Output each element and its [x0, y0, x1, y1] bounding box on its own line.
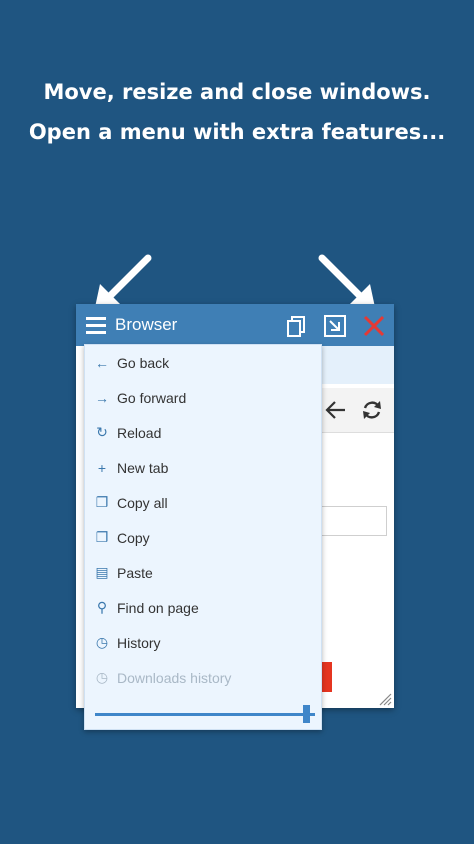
clipboard-icon: ▤: [95, 564, 109, 580]
downloads-history-icon: ◷: [95, 669, 109, 685]
menu-item-history[interactable]: ◷ History: [85, 625, 321, 660]
menu-item-label: Reload: [117, 424, 162, 441]
window-titlebar[interactable]: Browser: [76, 304, 394, 346]
minimize-window-icon[interactable]: [322, 313, 348, 339]
menu-item-copy-all[interactable]: ❐ Copy all: [85, 485, 321, 520]
history-icon: ◷: [95, 634, 109, 650]
close-icon[interactable]: [361, 313, 387, 339]
menu-item-label: New tab: [117, 459, 169, 476]
reload-icon[interactable]: [360, 398, 384, 422]
menu-item-label: Copy: [117, 529, 150, 546]
menu-item-downloads-history: ◷ Downloads history: [85, 660, 321, 695]
menu-item-new-tab[interactable]: + New tab: [85, 450, 321, 485]
tab-strip: [316, 346, 394, 384]
hamburger-icon[interactable]: [86, 314, 106, 336]
menu-item-label: History: [117, 634, 161, 651]
menu-item-go-forward[interactable]: → Go forward: [85, 380, 321, 415]
menu-item-label: Go forward: [117, 389, 187, 406]
menu-item-label: Find on page: [117, 599, 199, 616]
window-menu: ← Go back → Go forward ↻ Reload + New ta…: [84, 344, 322, 730]
copy-icon: ❐: [95, 529, 109, 545]
browser-toolbar: [316, 388, 394, 433]
headline-line-2: Open a menu with extra features...: [28, 120, 446, 144]
search-icon: ⚲: [96, 599, 108, 615]
menu-item-go-back[interactable]: ← Go back: [85, 345, 321, 380]
opacity-slider-track[interactable]: [95, 713, 315, 716]
arrow-left-icon: ←: [95, 354, 109, 371]
copy-window-icon[interactable]: [284, 313, 310, 339]
copy-icon: ❐: [95, 494, 109, 510]
window-title: Browser: [115, 315, 178, 334]
menu-item-label: Paste: [117, 564, 153, 581]
menu-item-label: Go back: [117, 354, 170, 371]
menu-item-label: Downloads history: [117, 669, 232, 686]
arrow-left-icon[interactable]: [324, 398, 348, 422]
menu-item-paste[interactable]: ▤ Paste: [85, 555, 321, 590]
arrow-right-icon: →: [95, 389, 109, 406]
resize-grip-icon[interactable]: [378, 692, 392, 706]
menu-item-label: Copy all: [117, 494, 168, 511]
page-input-field[interactable]: [316, 506, 387, 536]
reload-icon: ↻: [96, 424, 108, 440]
headline-line-1: Move, resize and close windows.: [43, 80, 431, 104]
menu-item-reload[interactable]: ↻ Reload: [85, 415, 321, 450]
headline: Move, resize and close windows. Open a m…: [0, 72, 474, 152]
opacity-slider-thumb[interactable]: [302, 705, 310, 723]
menu-item-find-on-page[interactable]: ⚲ Find on page: [85, 590, 321, 625]
plus-icon: +: [97, 459, 107, 476]
menu-item-copy[interactable]: ❐ Copy: [85, 520, 321, 555]
